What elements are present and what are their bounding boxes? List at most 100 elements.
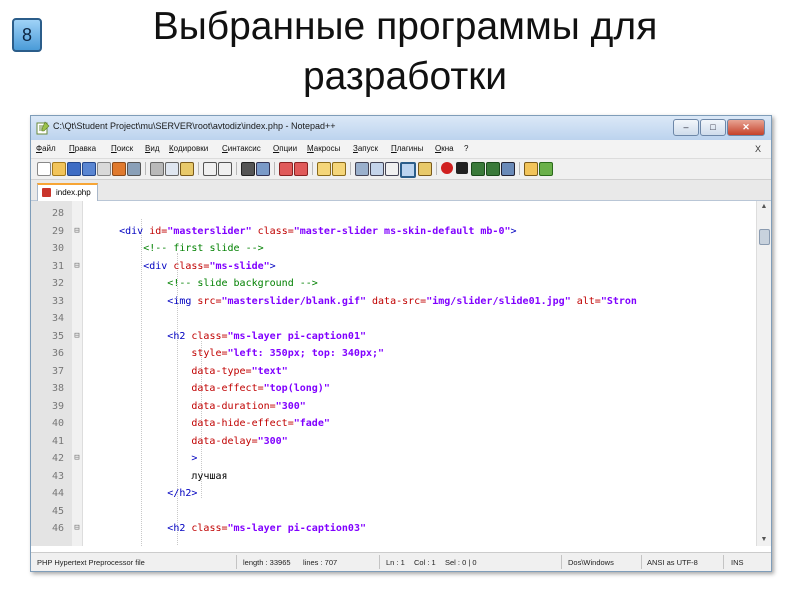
code-text: data-effect="top(long)" xyxy=(83,380,329,398)
spell-check-icon[interactable] xyxy=(539,162,553,176)
code-line[interactable]: 42 ⊟ > xyxy=(31,450,756,468)
minimize-button[interactable]: – xyxy=(673,119,699,136)
save-icon[interactable] xyxy=(67,162,81,176)
code-line[interactable]: 45 xyxy=(31,503,756,521)
code-line[interactable]: 43 лучшая xyxy=(31,468,756,486)
maximize-button[interactable]: □ xyxy=(700,119,726,136)
code-line[interactable]: 34 xyxy=(31,310,756,328)
indent-guide-icon[interactable] xyxy=(385,162,399,176)
code-text: > xyxy=(83,450,197,468)
menu-view[interactable]: Вид xyxy=(145,144,159,153)
redo-icon[interactable] xyxy=(218,162,232,176)
token-str: "Stron xyxy=(600,295,637,307)
launch-browser-icon[interactable] xyxy=(524,162,538,176)
code-line[interactable]: 29 ⊟ <div id="masterslider" class="master… xyxy=(31,223,756,241)
menu-search[interactable]: Поиск xyxy=(111,144,133,153)
menu-options[interactable]: Опции xyxy=(273,144,297,153)
token-str: "fade" xyxy=(293,418,330,429)
sync-vertical-icon[interactable] xyxy=(317,162,331,176)
status-insert-mode: INS xyxy=(731,558,744,567)
scroll-thumb[interactable] xyxy=(759,229,770,245)
code-line[interactable]: 32 <!-- slide background --> xyxy=(31,275,756,293)
menu-edit[interactable]: Правка xyxy=(69,144,96,153)
fold-toggle-icon[interactable]: ⊟ xyxy=(73,520,81,538)
menu-file[interactable]: Файл xyxy=(36,144,56,153)
replace-icon[interactable] xyxy=(256,162,270,176)
save-all-icon[interactable] xyxy=(82,162,96,176)
line-number: 46 xyxy=(51,523,64,534)
menu-help[interactable]: ? xyxy=(464,144,468,153)
zoom-in-icon[interactable] xyxy=(279,162,293,176)
doc-map-icon[interactable] xyxy=(418,162,432,176)
find-icon[interactable] xyxy=(241,162,255,176)
code-text: <!-- slide background --> xyxy=(83,275,318,293)
status-file-type: PHP Hypertext Preprocessor file xyxy=(37,558,145,567)
token-tag: > xyxy=(269,260,276,272)
code-line[interactable]: 44 </h2> xyxy=(31,485,756,503)
status-separator xyxy=(723,555,724,569)
line-number: 45 xyxy=(51,505,64,517)
menu-syntax[interactable]: Синтаксис xyxy=(222,144,261,153)
fold-toggle-icon[interactable]: ⊟ xyxy=(73,328,81,346)
code-line[interactable]: 28 xyxy=(31,205,756,223)
code-line[interactable]: 46 ⊟ <h2 class="ms-layer pi-caption03" xyxy=(31,520,756,538)
close-button[interactable]: ✕ xyxy=(727,119,765,136)
fold-toggle-icon[interactable]: ⊟ xyxy=(73,223,81,241)
cut-icon[interactable] xyxy=(150,162,164,176)
token-attr: style= xyxy=(191,348,228,359)
menu-run[interactable]: Запуск xyxy=(353,144,378,153)
zoom-out-icon[interactable] xyxy=(294,162,308,176)
stop-macro-icon[interactable] xyxy=(456,162,468,174)
code-line[interactable]: 37 data-type="text" xyxy=(31,363,756,381)
code-line[interactable]: 31 ⊟ <div class="ms-slide"> xyxy=(31,258,756,276)
menu-macros[interactable]: Макросы xyxy=(307,144,340,153)
show-all-chars-icon[interactable] xyxy=(370,162,384,176)
token-tag: > xyxy=(191,453,198,464)
menu-plugins[interactable]: Плагины xyxy=(391,144,423,153)
copy-icon[interactable] xyxy=(165,162,179,176)
code-line[interactable]: 41 data-delay="300" xyxy=(31,433,756,451)
word-wrap-icon[interactable] xyxy=(355,162,369,176)
print-icon[interactable] xyxy=(127,162,141,176)
open-file-icon[interactable] xyxy=(52,162,66,176)
undo-icon[interactable] xyxy=(203,162,217,176)
code-line[interactable]: 36 style="left: 350px; top: 340px;" xyxy=(31,345,756,363)
code-line[interactable]: 40 data-hide-effect="fade" xyxy=(31,415,756,433)
notepadpp-app-icon xyxy=(36,121,50,135)
code-line[interactable]: 39 data-duration="300" xyxy=(31,398,756,416)
code-line[interactable]: 30 <!-- first slide --> xyxy=(31,240,756,258)
close-file-icon[interactable] xyxy=(97,162,111,176)
scroll-up-arrow-icon[interactable]: ▲ xyxy=(757,201,771,213)
paste-icon[interactable] xyxy=(180,162,194,176)
save-macro-icon[interactable] xyxy=(501,162,515,176)
scroll-down-arrow-icon[interactable]: ▼ xyxy=(757,534,771,546)
status-selection: Sel : 0 | 0 xyxy=(445,558,477,567)
fold-toggle-icon[interactable]: ⊟ xyxy=(73,258,81,276)
code-text: <!-- first slide --> xyxy=(83,240,263,258)
vertical-scrollbar[interactable]: ▲ ▼ xyxy=(756,201,771,546)
play-macro-icon[interactable] xyxy=(471,162,485,176)
code-editor[interactable]: 28 29 ⊟ <div id="masterslider" class="mast… xyxy=(31,201,756,546)
code-line[interactable]: 33 <img src="masterslider/blank.gif" dat… xyxy=(31,293,756,311)
code-line[interactable]: 38 data-effect="top(long)" xyxy=(31,380,756,398)
new-file-icon[interactable] xyxy=(37,162,51,176)
menu-encoding[interactable]: Кодировки xyxy=(169,144,208,153)
user-defined-lang-icon[interactable] xyxy=(400,162,416,178)
close-document-x[interactable]: X xyxy=(755,144,761,154)
menu-windows[interactable]: Окна xyxy=(435,144,454,153)
window-titlebar[interactable]: C:\Qt\Student Project\mu\SERVER\root\avt… xyxy=(31,116,771,140)
tab-index-php[interactable]: index.php xyxy=(37,183,98,201)
fold-toggle-icon[interactable]: ⊟ xyxy=(73,450,81,468)
run-macro-multiple-icon[interactable] xyxy=(486,162,500,176)
line-number: 39 xyxy=(51,400,64,412)
record-macro-icon[interactable] xyxy=(441,162,453,174)
sync-horizontal-icon[interactable] xyxy=(332,162,346,176)
token-tag: <h2 xyxy=(167,330,192,342)
close-all-icon[interactable] xyxy=(112,162,126,176)
code-line[interactable]: 35 ⊟ <h2 class="ms-layer pi-caption01" xyxy=(31,328,756,346)
status-length: length : 33965 xyxy=(243,558,291,567)
